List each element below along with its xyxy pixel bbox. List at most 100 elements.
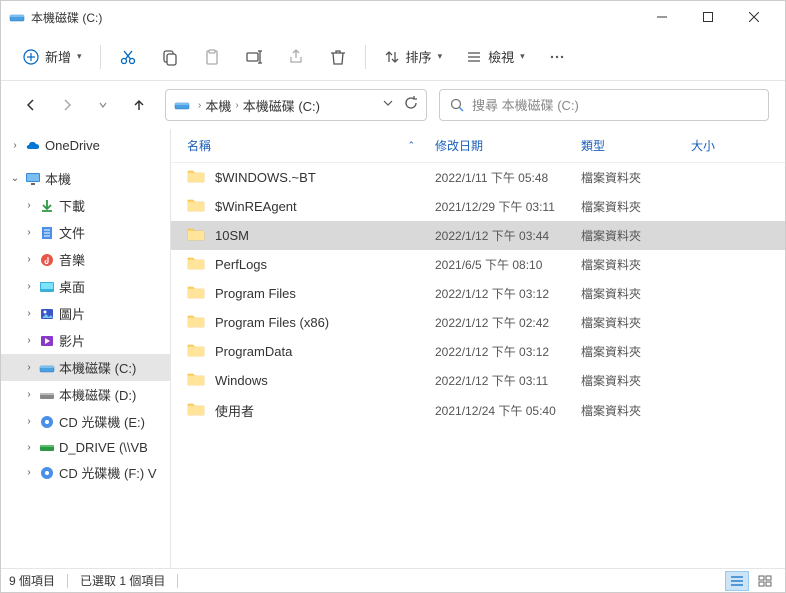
sidebar-item-cd-e[interactable]: › CD 光碟機 (E:) [1,408,170,435]
file-row[interactable]: $WinREAgent2021/12/29 下午 03:11檔案資料夾 [171,192,785,221]
file-row[interactable]: ProgramData2022/1/12 下午 03:12檔案資料夾 [171,337,785,366]
chevron-down-icon: ▾ [438,51,443,62]
chevron-right-icon[interactable]: › [23,416,35,427]
file-row[interactable]: Program Files2022/1/12 下午 03:12檔案資料夾 [171,279,785,308]
folder-icon [187,314,205,331]
sidebar-item-documents[interactable]: › 文件 [1,219,170,246]
chevron-right-icon[interactable]: › [235,100,238,111]
chevron-right-icon[interactable]: › [23,227,35,238]
share-button[interactable] [277,42,315,72]
window-controls [639,1,777,33]
sidebar-item-desktop[interactable]: › 桌面 [1,273,170,300]
sidebar-item-music[interactable]: › 音樂 [1,246,170,273]
file-type: 檔案資料夾 [581,198,691,215]
chevron-right-icon[interactable]: › [23,254,35,265]
chevron-right-icon[interactable]: › [23,362,35,373]
file-row[interactable]: 使用者2021/12/24 下午 05:40檔案資料夾 [171,395,785,426]
view-button[interactable]: 檢視 ▾ [456,41,535,72]
chevron-right-icon[interactable]: › [23,308,35,319]
refresh-button[interactable] [404,96,418,115]
disc-icon [39,414,55,430]
thumbnails-view-button[interactable] [753,571,777,591]
file-date: 2021/12/29 下午 03:11 [435,198,581,215]
sidebar-item-thispc[interactable]: ⌄ 本機 [1,165,170,192]
close-button[interactable] [731,1,777,33]
file-name: Program Files (x86) [215,315,329,330]
sidebar-item-onedrive[interactable]: › OneDrive [1,133,170,157]
details-view-button[interactable] [725,571,749,591]
network-drive-icon [39,439,55,455]
sidebar-item-cd-f[interactable]: › CD 光碟機 (F:) V [1,459,170,486]
search-input[interactable] [472,98,758,113]
sort-icon [384,49,400,65]
searchbar[interactable] [439,89,769,121]
sidebar-item-videos[interactable]: › 影片 [1,327,170,354]
up-button[interactable] [125,91,153,119]
new-button[interactable]: 新增 ▾ [13,41,92,72]
folder-icon [187,372,205,389]
more-button[interactable] [539,43,575,71]
chevron-right-icon[interactable]: › [23,389,35,400]
col-header-size[interactable]: 大小 [691,137,785,154]
file-date: 2022/1/12 下午 03:44 [435,227,581,244]
clipboard-icon [203,48,221,66]
file-row[interactable]: $WINDOWS.~BT2022/1/11 下午 05:48檔案資料夾 [171,163,785,192]
chevron-right-icon[interactable]: › [198,100,201,111]
addressbar[interactable]: › 本機 › 本機磁碟 (C:) [165,89,427,121]
back-button[interactable] [17,91,45,119]
folder-icon [187,169,205,186]
sidebar-item-pictures[interactable]: › 圖片 [1,300,170,327]
tree-label: 本機 [45,169,71,188]
status-selection: 已選取 1 個項目 [80,572,165,589]
file-row[interactable]: PerfLogs2021/6/5 下午 08:10檔案資料夾 [171,250,785,279]
cut-button[interactable] [109,42,147,72]
chevron-right-icon[interactable]: › [23,467,35,478]
file-row[interactable]: 10SM2022/1/12 下午 03:44檔案資料夾 [171,221,785,250]
sidebar-item-network-drive[interactable]: › D_DRIVE (\\VB [1,435,170,459]
col-header-type[interactable]: 類型 [581,137,691,154]
rename-button[interactable] [235,42,273,72]
sidebar: › OneDrive ⌄ 本機 › 下載 › 文件 › 音樂 › 桌面 [1,129,171,568]
copy-button[interactable] [151,42,189,72]
col-header-name[interactable]: 名稱⌃ [187,137,435,154]
tree-label: 桌面 [59,277,85,296]
drive-icon [39,360,55,376]
column-headers: 名稱⌃ 修改日期 類型 大小 [171,129,785,163]
file-type: 檔案資料夾 [581,256,691,273]
crumb-drive-c[interactable]: 本機磁碟 (C:) [243,96,320,115]
sort-asc-icon: ⌃ [407,140,415,151]
navbar: › 本機 › 本機磁碟 (C:) [1,81,785,129]
dropdown-button[interactable] [382,96,394,115]
maximize-button[interactable] [685,1,731,33]
recent-dropdown[interactable] [89,91,117,119]
col-header-date[interactable]: 修改日期 [435,137,581,154]
document-icon [39,225,55,241]
drive-icon [9,9,25,25]
chevron-right-icon[interactable]: › [23,442,35,453]
toolbar: 新增 ▾ 排序 ▾ 檢視 ▾ [1,33,785,81]
file-row[interactable]: Program Files (x86)2022/1/12 下午 02:42檔案資… [171,308,785,337]
delete-button[interactable] [319,42,357,72]
sidebar-item-drive-c[interactable]: › 本機磁碟 (C:) [1,354,170,381]
sidebar-item-drive-d[interactable]: › 本機磁碟 (D:) [1,381,170,408]
sort-button[interactable]: 排序 ▾ [374,41,453,72]
plus-circle-icon [23,49,39,65]
tree-label: D_DRIVE (\\VB [59,440,148,455]
chevron-right-icon[interactable]: › [9,140,21,151]
chevron-right-icon[interactable]: › [23,335,35,346]
paste-button[interactable] [193,42,231,72]
crumb-thispc[interactable]: 本機 [205,96,231,115]
separator [100,45,101,69]
chevron-right-icon[interactable]: › [23,281,35,292]
folder-icon [187,285,205,302]
chevron-right-icon[interactable]: › [23,200,35,211]
file-name: Program Files [215,286,296,301]
minimize-button[interactable] [639,1,685,33]
file-date: 2022/1/12 下午 03:11 [435,372,581,389]
forward-button[interactable] [53,91,81,119]
folder-icon [187,256,205,273]
chevron-down-icon[interactable]: ⌄ [9,173,21,184]
sidebar-item-downloads[interactable]: › 下載 [1,192,170,219]
statusbar: 9 個項目 已選取 1 個項目 [1,568,785,592]
file-row[interactable]: Windows2022/1/12 下午 03:11檔案資料夾 [171,366,785,395]
